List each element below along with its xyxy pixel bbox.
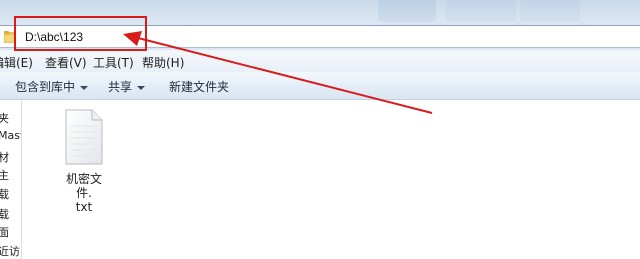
nav-item[interactable]: 近访 xyxy=(0,243,20,259)
text-file-icon xyxy=(65,109,103,165)
file-list-area: 机密文件. txt xyxy=(23,100,640,259)
file-item[interactable]: 机密文件. txt xyxy=(59,108,129,214)
nav-item[interactable]: 载 xyxy=(0,186,9,202)
window-top-chrome xyxy=(0,0,640,24)
include-in-library-label: 包含到库中 xyxy=(15,80,76,94)
folder-icon xyxy=(4,31,15,43)
nav-item[interactable]: Mast xyxy=(0,129,21,142)
file-name-label: 机密文件. txt xyxy=(59,172,109,214)
menu-help[interactable]: 帮助(H) xyxy=(142,54,184,71)
chevron-down-icon xyxy=(137,85,146,90)
share-label: 共享 xyxy=(108,80,133,94)
file-name-line1: 机密文件. xyxy=(65,172,102,200)
file-name-line2: txt xyxy=(75,200,93,214)
nav-item[interactable]: 材 xyxy=(0,149,9,165)
toolbar-button-blurred xyxy=(378,0,436,22)
new-folder-button[interactable]: 新建文件夹 xyxy=(169,78,229,95)
chevron-down-icon xyxy=(80,85,89,90)
address-path[interactable]: D:\abc\123 xyxy=(25,30,83,44)
address-bar: D:\abc\123 xyxy=(0,24,640,50)
menu-view[interactable]: 查看(V) xyxy=(45,54,87,71)
navigation-pane: 夹 Mast 材 主 载 载 面 近访 xyxy=(0,100,22,259)
menu-bar: 编辑(E) 查看(V) 工具(T) 帮助(H) xyxy=(0,50,640,72)
nav-item[interactable]: 主 xyxy=(0,167,9,183)
menu-tools[interactable]: 工具(T) xyxy=(93,54,134,71)
toolbar-button-blurred xyxy=(520,0,580,22)
menu-edit[interactable]: 编辑(E) xyxy=(0,54,33,71)
include-in-library-button[interactable]: 包含到库中 xyxy=(15,78,89,95)
nav-item[interactable]: 面 xyxy=(0,224,9,240)
nav-item[interactable]: 载 xyxy=(0,206,9,222)
share-button[interactable]: 共享 xyxy=(108,78,146,95)
toolbar-button-blurred xyxy=(446,0,516,22)
address-field[interactable]: D:\abc\123 xyxy=(0,25,640,48)
nav-item[interactable]: 夹 xyxy=(0,110,9,126)
command-bar: 包含到库中 共享 新建文件夹 xyxy=(0,72,640,100)
